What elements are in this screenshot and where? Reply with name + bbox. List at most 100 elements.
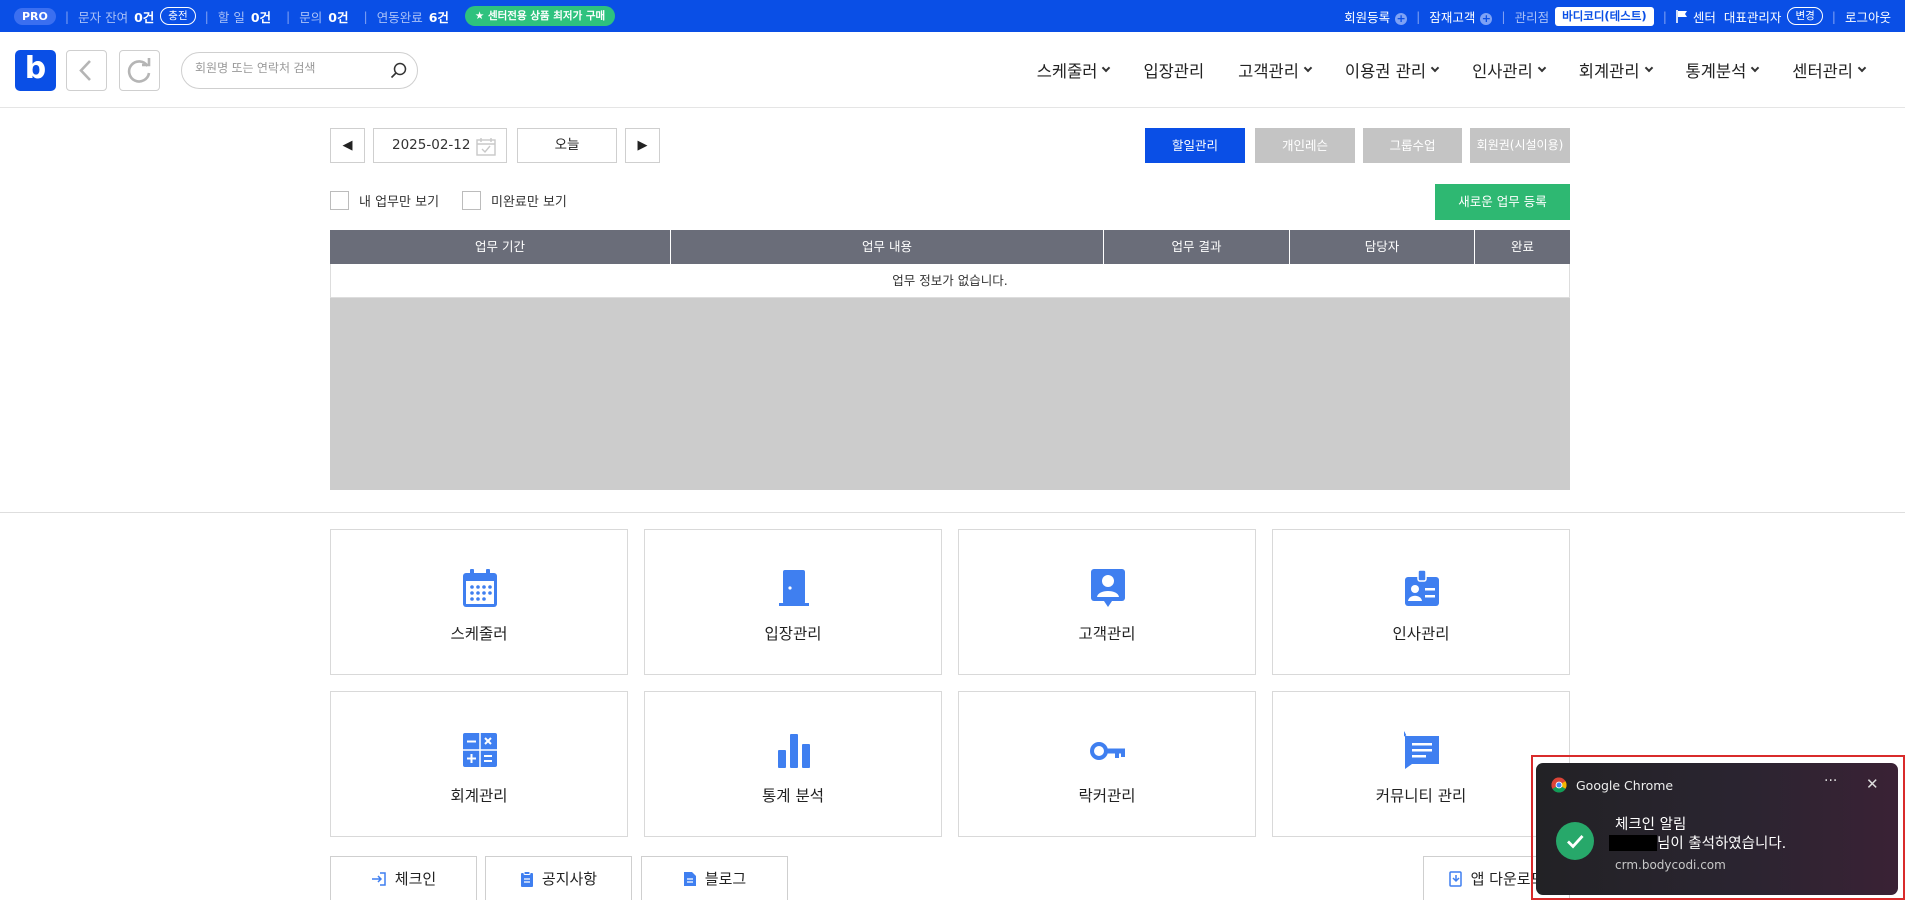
download-icon xyxy=(1448,870,1462,887)
blog-button[interactable]: 블로그 xyxy=(641,856,788,900)
main-menu: 스케줄러 입장관리 고객관리 이용권 관리 인사관리 회계관리 통계분석 센터관… xyxy=(1003,58,1867,82)
menu-customers[interactable]: 고객관리 xyxy=(1238,58,1313,82)
my-tasks-checkbox[interactable] xyxy=(330,191,349,210)
calendar-icon[interactable] xyxy=(476,137,496,156)
chevron-down-icon xyxy=(1430,63,1440,73)
menu-entry[interactable]: 입장관리 xyxy=(1143,58,1204,82)
bar-chart-icon xyxy=(778,734,810,768)
shortcut-hr[interactable]: 인사관리 xyxy=(1272,529,1570,675)
tab-todo[interactable]: 할일관리 xyxy=(1145,128,1245,163)
shortcut-scheduler[interactable]: 스케줄러 xyxy=(330,529,628,675)
plus-icon: + xyxy=(1395,11,1408,25)
shortcut-label: 회계관리 xyxy=(450,787,508,805)
shortcut-accounting[interactable]: 회계관리 xyxy=(330,691,628,837)
menu-passes[interactable]: 이용권 관리 xyxy=(1344,58,1440,82)
branch-selector[interactable]: 바디코디(테스트) xyxy=(1555,6,1654,26)
shortcut-locker[interactable]: 락커관리 xyxy=(958,691,1256,837)
menu-label: 스케줄러 xyxy=(1036,62,1098,81)
linked-value[interactable]: 6건 xyxy=(429,7,449,26)
menu-scheduler[interactable]: 스케줄러 xyxy=(1036,58,1111,82)
column-header: 완료 xyxy=(1510,239,1534,254)
search-input[interactable] xyxy=(195,61,375,75)
today-button[interactable]: 오늘 xyxy=(517,128,617,163)
member-register-link[interactable]: 회원등록 + xyxy=(1344,7,1408,26)
menu-label: 회계관리 xyxy=(1578,62,1640,81)
promo-button[interactable]: ★ 센터전용 상품 최저가 구매 xyxy=(464,6,616,26)
sms-value[interactable]: 0건 xyxy=(134,7,154,26)
linked-label: 연동완료 xyxy=(376,9,423,25)
close-icon[interactable]: ✕ xyxy=(1866,775,1879,793)
incomplete-checkbox[interactable] xyxy=(462,191,481,210)
search-icon[interactable] xyxy=(390,62,407,79)
notification-message: 님이 출석하였습니다. xyxy=(1609,832,1786,853)
todo-label: 할 일 xyxy=(217,9,245,25)
refresh-button[interactable] xyxy=(119,50,160,91)
center-label: 센터 xyxy=(1692,9,1716,25)
prospect-link[interactable]: 잠재고객 + xyxy=(1429,7,1493,26)
shortcut-statistics[interactable]: 통계 분석 xyxy=(644,691,942,837)
section-divider xyxy=(0,512,1905,513)
new-task-button[interactable]: 새로운 업무 등록 xyxy=(1435,184,1570,220)
chevron-left-icon xyxy=(79,60,91,81)
tab-personal-lesson[interactable]: 개인레슨 xyxy=(1255,128,1355,163)
my-tasks-label: 내 업무만 보기 xyxy=(359,195,440,210)
shortcut-label: 인사관리 xyxy=(1392,625,1450,643)
my-tasks-filter[interactable]: 내 업무만 보기 xyxy=(330,191,439,210)
id-badge-icon xyxy=(1405,569,1439,606)
logout-link[interactable]: 로그아웃 xyxy=(1845,7,1891,26)
door-icon xyxy=(779,570,809,606)
key-icon xyxy=(1090,742,1125,760)
table-header: 업무 기간 업무 내용 업무 결과 담당자 완료 xyxy=(330,230,1570,264)
shortcut-label: 고객관리 xyxy=(1078,625,1136,643)
plus-icon: + xyxy=(1480,11,1493,25)
prev-date-button[interactable]: ◀ xyxy=(330,128,365,163)
member-search[interactable] xyxy=(181,52,418,89)
redacted-name xyxy=(1609,834,1657,851)
tab-membership[interactable]: 회원권(시설이용) xyxy=(1470,128,1570,163)
document-icon xyxy=(683,871,696,886)
next-date-button[interactable]: ▶ xyxy=(625,128,660,163)
task-table: 업무 기간 업무 내용 업무 결과 담당자 완료 업무 정보가 없습니다. xyxy=(330,230,1570,490)
empty-message: 업무 정보가 없습니다. xyxy=(330,264,1570,298)
notice-button[interactable]: 공지사항 xyxy=(485,856,632,900)
flag-icon xyxy=(1676,9,1687,23)
menu-hr[interactable]: 인사관리 xyxy=(1472,58,1547,82)
inquiry-value[interactable]: 0건 xyxy=(328,7,348,26)
date-field[interactable]: 2025-02-12 xyxy=(373,128,507,163)
sms-charge-button[interactable]: 충전 xyxy=(160,7,196,25)
chevron-down-icon xyxy=(1303,63,1313,73)
login-icon xyxy=(371,871,386,886)
shortcut-label: 커뮤니티 관리 xyxy=(1375,787,1467,805)
admin-name: 대표관리자 xyxy=(1723,9,1782,25)
shortcut-community[interactable]: 커뮤니티 관리 xyxy=(1272,691,1570,837)
menu-label: 이용권 관리 xyxy=(1344,62,1427,81)
checkin-label: 체크인 xyxy=(394,870,437,888)
customer-icon xyxy=(1091,569,1125,607)
checkin-button[interactable]: 체크인 xyxy=(330,856,477,900)
change-admin-button[interactable]: 변경 xyxy=(1787,7,1823,25)
shortcut-label: 통계 분석 xyxy=(762,787,824,805)
column-header: 업무 결과 xyxy=(1104,230,1290,264)
notification-source: crm.bodycodi.com xyxy=(1615,858,1726,872)
column-header: 업무 기간 xyxy=(330,230,671,264)
menu-center[interactable]: 센터관리 xyxy=(1792,58,1867,82)
menu-statistics[interactable]: 통계분석 xyxy=(1685,58,1760,82)
tab-group-class[interactable]: 그룹수업 xyxy=(1363,128,1462,163)
incomplete-filter[interactable]: 미완료만 보기 xyxy=(462,191,567,210)
shortcut-label: 스케줄러 xyxy=(450,625,508,643)
menu-accounting[interactable]: 회계관리 xyxy=(1578,58,1653,82)
shortcut-customers[interactable]: 고객관리 xyxy=(958,529,1256,675)
shortcut-entry[interactable]: 입장관리 xyxy=(644,529,942,675)
menu-label: 입장관리 xyxy=(1143,62,1205,81)
bodycodi-logo[interactable]: b xyxy=(15,50,56,91)
chevron-down-icon xyxy=(1857,63,1867,73)
todo-value[interactable]: 0건 xyxy=(251,7,271,26)
more-options-icon[interactable]: ··· xyxy=(1824,773,1837,789)
back-button[interactable] xyxy=(66,50,107,91)
column-header: 업무 내용 xyxy=(671,230,1104,264)
blog-label: 블로그 xyxy=(704,870,747,888)
chrome-notification[interactable]: Google Chrome ··· ✕ 체크인 알림 님이 출석하였습니다. c… xyxy=(1536,763,1898,895)
menu-label: 통계분석 xyxy=(1685,62,1747,81)
chevron-down-icon xyxy=(1537,63,1547,73)
notice-label: 공지사항 xyxy=(541,870,598,888)
